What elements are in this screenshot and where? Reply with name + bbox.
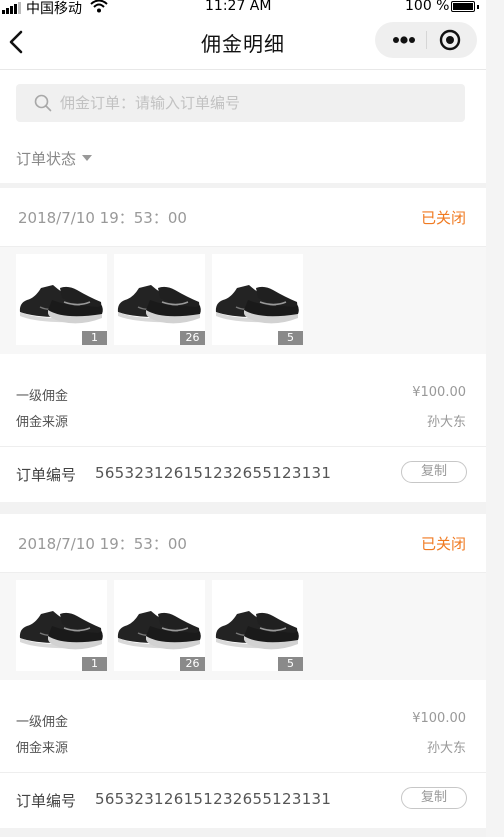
search-box[interactable] bbox=[16, 84, 465, 122]
caret-down-icon bbox=[82, 154, 93, 161]
source-value: 孙大东 bbox=[426, 741, 466, 756]
order-card: 2018/7/10 19：53：00 已关闭 1 26 5 一级佣金 ¥100.… bbox=[0, 514, 486, 828]
item-quantity: 26 bbox=[180, 657, 205, 671]
battery-icon bbox=[451, 1, 479, 12]
nav-divider bbox=[0, 69, 486, 70]
order-status: 已关闭 bbox=[420, 209, 466, 227]
order-number: 565323126151232655123131 bbox=[95, 464, 332, 482]
product-thumbnail[interactable]: 1 bbox=[16, 580, 107, 671]
order-status: 已关闭 bbox=[420, 535, 466, 553]
item-quantity: 1 bbox=[82, 657, 107, 671]
commission-row: 一级佣金 ¥100.00 bbox=[16, 385, 466, 405]
item-quantity: 1 bbox=[82, 331, 107, 345]
item-quantity: 5 bbox=[278, 331, 303, 345]
commission-detail-page: 中国移动 11:27 AM 100 % 佣金明细 佣金订单：请输入订单编号 订单… bbox=[0, 0, 486, 837]
product-thumbnail[interactable]: 5 bbox=[212, 580, 303, 671]
item-quantity: 26 bbox=[180, 331, 205, 345]
order-search-input[interactable] bbox=[60, 84, 450, 122]
goods-thumbnail-row[interactable]: 1 26 5 bbox=[0, 247, 486, 354]
order-number-row: 订单编号 565323126151232655123131 复制 bbox=[0, 772, 486, 829]
capsule-divider bbox=[426, 31, 427, 49]
order-number-label: 订单编号 bbox=[16, 466, 77, 484]
order-date: 2018/7/10 19：53：00 bbox=[18, 535, 187, 553]
mini-program-capsule bbox=[375, 22, 477, 58]
order-status-filter[interactable]: 订单状态 bbox=[16, 148, 93, 170]
commission-source-row: 佣金来源 孙大东 bbox=[16, 737, 466, 757]
commission-row: 一级佣金 ¥100.00 bbox=[16, 711, 466, 731]
item-quantity: 5 bbox=[278, 657, 303, 671]
clock-time: 11:27 AM bbox=[205, 0, 272, 14]
order-date: 2018/7/10 19：53：00 bbox=[18, 209, 187, 227]
order-number-row: 订单编号 565323126151232655123131 复制 bbox=[0, 446, 486, 503]
navigation-bar: 佣金明细 bbox=[0, 18, 486, 68]
wifi-icon bbox=[90, 0, 108, 13]
filter-label: 订单状态 bbox=[16, 150, 77, 168]
source-value: 孙大东 bbox=[426, 415, 466, 430]
commission-label: 一级佣金 bbox=[16, 715, 69, 730]
source-label: 佣金来源 bbox=[16, 415, 69, 430]
source-label: 佣金来源 bbox=[16, 741, 69, 756]
product-thumbnail[interactable]: 26 bbox=[114, 254, 205, 345]
product-thumbnail[interactable]: 1 bbox=[16, 254, 107, 345]
status-bar: 中国移动 11:27 AM 100 % bbox=[0, 0, 486, 18]
carrier-name: 中国移动 bbox=[26, 1, 82, 17]
battery-percentage: 100 % bbox=[405, 0, 450, 14]
search-icon bbox=[34, 94, 52, 112]
order-number: 565323126151232655123131 bbox=[95, 790, 332, 808]
commission-value: ¥100.00 bbox=[412, 385, 466, 400]
goods-thumbnail-row[interactable]: 1 26 5 bbox=[0, 573, 486, 680]
section-divider bbox=[0, 828, 486, 837]
copy-button[interactable]: 复制 bbox=[401, 787, 467, 809]
copy-button[interactable]: 复制 bbox=[401, 461, 467, 483]
commission-label: 一级佣金 bbox=[16, 389, 69, 404]
order-header: 2018/7/10 19：53：00 已关闭 bbox=[0, 514, 486, 573]
close-mini-program-icon[interactable] bbox=[439, 29, 461, 51]
product-thumbnail[interactable]: 5 bbox=[212, 254, 303, 345]
order-number-label: 订单编号 bbox=[16, 792, 77, 810]
more-options-icon[interactable] bbox=[389, 22, 419, 58]
product-thumbnail[interactable]: 26 bbox=[114, 580, 205, 671]
signal-icon bbox=[2, 2, 22, 14]
page-edge-gutter bbox=[486, 0, 504, 837]
order-header: 2018/7/10 19：53：00 已关闭 bbox=[0, 188, 486, 247]
order-card: 2018/7/10 19：53：00 已关闭 1 26 5 一级佣金 ¥100.… bbox=[0, 188, 486, 502]
section-divider bbox=[0, 502, 486, 514]
commission-source-row: 佣金来源 孙大东 bbox=[16, 411, 466, 431]
commission-value: ¥100.00 bbox=[412, 711, 466, 726]
